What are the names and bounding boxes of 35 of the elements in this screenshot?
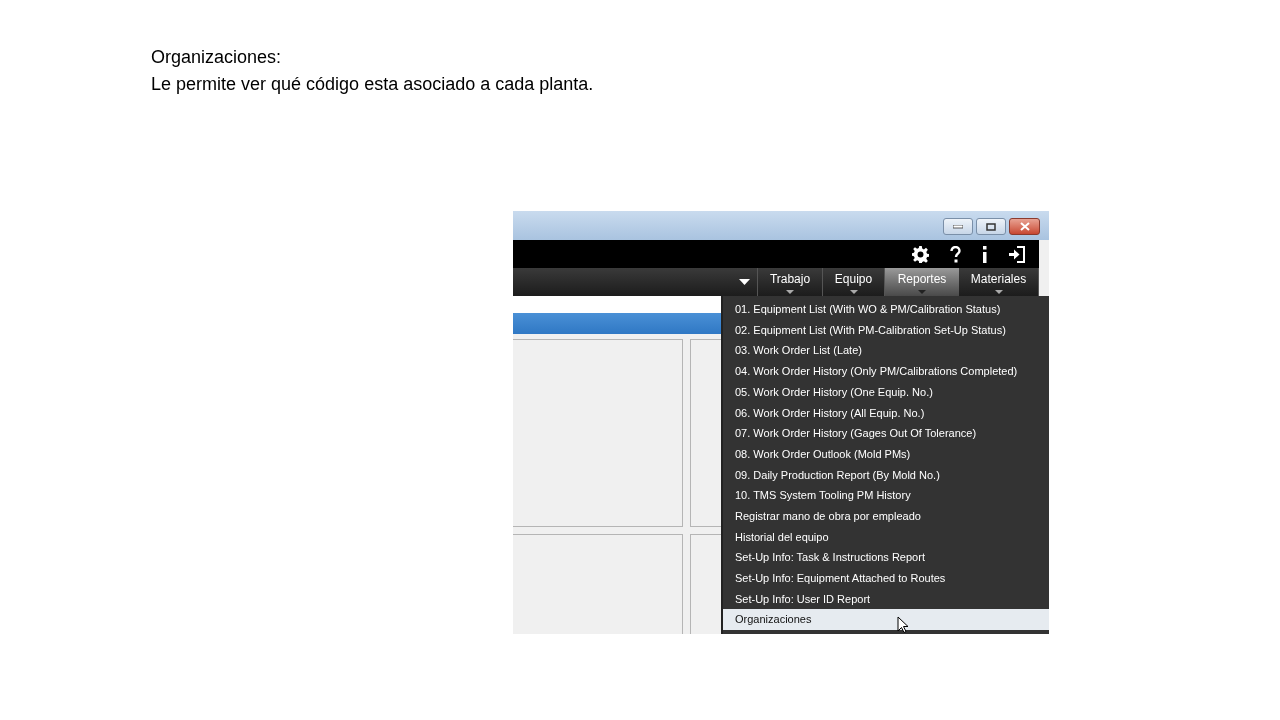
menu-item[interactable]: 02. Equipment List (With PM-Calibration Set-Up Status): [723, 319, 1049, 341]
slide-text: Le permite ver qué código esta asociado a cada planta.: [151, 73, 594, 96]
caret-icon: [739, 279, 750, 285]
menu-item[interactable]: 09. Daily Production Report (By Mold No.): [723, 464, 1049, 486]
logout-icon[interactable]: [1009, 245, 1025, 263]
minimize-button[interactable]: [943, 218, 973, 235]
menu-item[interactable]: Set-Up Info: User ID Report: [723, 588, 1049, 610]
settings-icon[interactable]: [912, 245, 929, 263]
menu-item[interactable]: 05. Work Order History (One Equip. No.): [723, 381, 1049, 403]
menu-item[interactable]: Set-Up Info: Task & Instructions Report: [723, 547, 1049, 568]
caret-icon: [849, 290, 858, 294]
nav-tab[interactable]: Reportes: [885, 268, 959, 296]
menu-item[interactable]: 04. Work Order History (Only PM/Calibrations Completed): [723, 361, 1049, 382]
minimize-icon: [953, 224, 963, 229]
menu-item[interactable]: Set-Up Info: Equipment Attached to Routes: [723, 567, 1049, 589]
menu-item[interactable]: 08. Work Order Outlook (Mold PMs): [723, 443, 1049, 465]
restore-icon: [986, 222, 996, 231]
menu-item[interactable]: 03. Work Order List (Late): [723, 340, 1049, 362]
menu-item[interactable]: Historial del equipo: [723, 526, 1049, 548]
help-icon[interactable]: [950, 245, 961, 263]
close-icon: [1019, 222, 1030, 231]
menu-item[interactable]: 01. Equipment List (With WO & PM/Calibration Status): [723, 299, 1049, 320]
menu-item[interactable]: 06. Work Order History (All Equip. No.): [723, 402, 1049, 424]
mouse-cursor-icon: [897, 616, 909, 634]
menu-item[interactable]: Registrar mano de obra por empleado: [723, 505, 1049, 527]
slide-title: Organizaciones:: [151, 46, 283, 69]
caret-icon: [918, 290, 926, 294]
caret-icon: [786, 290, 794, 294]
info-icon[interactable]: [982, 245, 988, 263]
menu-item[interactable]: 07. Work Order History (Gages Out Of Tolerance): [723, 423, 1049, 444]
maximize-button[interactable]: [976, 218, 1006, 235]
close-button[interactable]: [1009, 218, 1040, 235]
caret-icon: [994, 290, 1003, 294]
menu-item[interactable]: 10. TMS System Tooling PM History: [723, 485, 1049, 506]
menu-item[interactable]: Organizaciones: [723, 609, 1049, 630]
